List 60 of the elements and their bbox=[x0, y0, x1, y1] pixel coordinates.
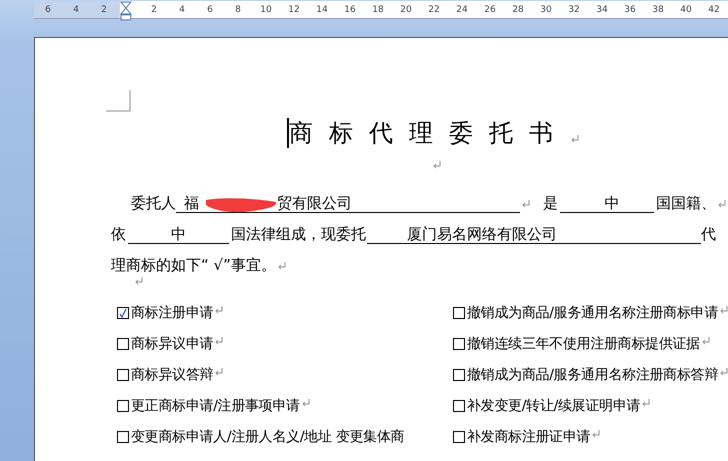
ruler-number: 38 bbox=[651, 4, 665, 14]
checkbox[interactable] bbox=[117, 306, 129, 318]
ruler-number: 14 bbox=[315, 4, 329, 14]
checkbox[interactable] bbox=[117, 368, 129, 380]
option-label: 撤销成为商品/服务通用名称注册商标申请 bbox=[467, 304, 718, 322]
ruler-number: 42 bbox=[707, 4, 721, 14]
law-text: 国法律组成，现委托 bbox=[231, 225, 366, 244]
checkbox[interactable] bbox=[453, 368, 465, 380]
option-label: 补发商标注册证申请 bbox=[467, 428, 590, 446]
ruler-number: 6 bbox=[44, 4, 52, 14]
law-country-field: 中 bbox=[128, 225, 229, 244]
ruler-number: 34 bbox=[595, 4, 609, 14]
indent-marker-icon[interactable] bbox=[120, 0, 132, 20]
option-label: 变更商标申请人/注册人名义/地址 变更集体商 bbox=[131, 428, 404, 446]
agent-name-field: 厦门易名网络有限公司 bbox=[367, 225, 701, 244]
checkbox[interactable] bbox=[453, 306, 465, 318]
option-label: 商标异议申请 bbox=[131, 334, 214, 352]
paragraph-mark-icon bbox=[433, 160, 442, 170]
checkbox[interactable] bbox=[453, 400, 465, 412]
nationality-suffix: 国国籍、 bbox=[656, 194, 716, 213]
ruler-number: 2 bbox=[100, 4, 108, 14]
ruler-number: 36 bbox=[623, 4, 637, 14]
checkbox[interactable] bbox=[453, 338, 465, 350]
margin-corner-icon bbox=[106, 90, 132, 112]
principal-label: 委托人 bbox=[131, 194, 176, 213]
ruler-number: 2 bbox=[150, 4, 158, 14]
ruler-number: 22 bbox=[427, 4, 441, 14]
line-end-text: 代 bbox=[701, 225, 716, 244]
ruler-number: 12 bbox=[287, 4, 301, 14]
ruler-number: 30 bbox=[539, 4, 553, 14]
ruler-number: 6 bbox=[206, 4, 214, 14]
ruler-number: 20 bbox=[399, 4, 413, 14]
is-label: 是 bbox=[543, 194, 558, 213]
ruler-number: 26 bbox=[483, 4, 497, 14]
law-label: 依 bbox=[111, 225, 126, 244]
text-cursor bbox=[287, 118, 289, 148]
nationality-field: 中 bbox=[560, 194, 654, 213]
option-label: 更正商标申请/注册事项申请 bbox=[131, 396, 300, 414]
option-label: 补发变更/转让/续展证明申请 bbox=[467, 396, 640, 414]
checkbox[interactable] bbox=[453, 430, 465, 442]
option-label: 商标注册申请 bbox=[131, 304, 214, 322]
ruler-number: 10 bbox=[259, 4, 273, 14]
ruler-number: 16 bbox=[343, 4, 357, 14]
closing-text: 理商标的如下“ √”事宜。 bbox=[111, 256, 276, 275]
ruler-number: 4 bbox=[72, 4, 80, 14]
option-label: 撤销连续三年不使用注册商标提供证据 bbox=[467, 334, 700, 352]
checkbox[interactable] bbox=[117, 400, 129, 412]
option-label: 商标异议答辩 bbox=[131, 366, 214, 384]
ruler-number: 4 bbox=[178, 4, 186, 14]
ruler-number: 28 bbox=[511, 4, 525, 14]
ruler-number: 18 bbox=[371, 4, 385, 14]
ruler-number: 40 bbox=[679, 4, 693, 14]
checkbox[interactable] bbox=[117, 430, 129, 442]
ruler-number: 8 bbox=[234, 4, 242, 14]
horizontal-ruler[interactable]: 6 4 2 2 4 6 8 10 12 14 16 18 20 22 24 26 28 30 32 34 36 38 40 42 bbox=[34, 1, 728, 19]
ruler-number: 32 bbox=[567, 4, 581, 14]
ruler-number: 24 bbox=[455, 4, 469, 14]
option-label: 撤销成为商品/服务通用名称注册商标答辩 bbox=[467, 366, 718, 384]
checkbox[interactable] bbox=[117, 338, 129, 350]
document-title: 商标代理委托书 bbox=[289, 118, 569, 148]
